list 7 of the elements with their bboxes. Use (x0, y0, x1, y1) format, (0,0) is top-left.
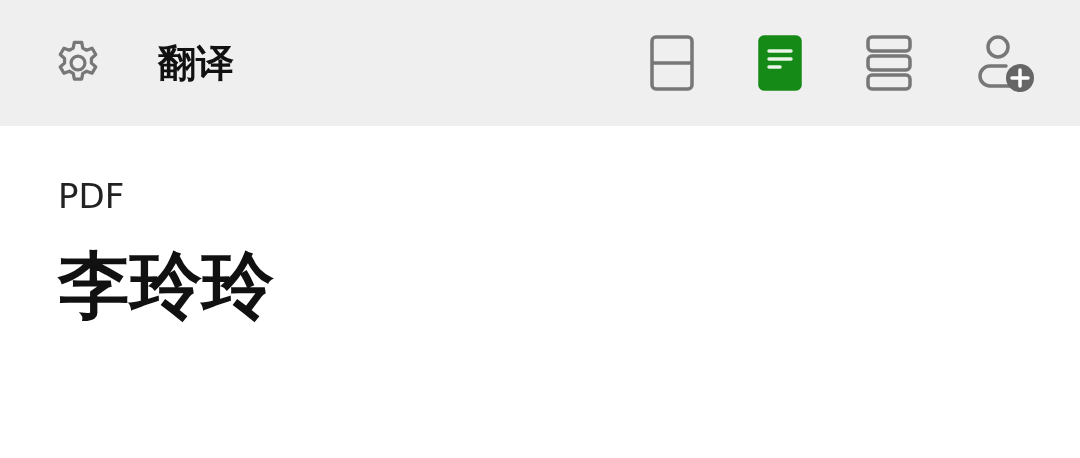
list-view-icon[interactable] (866, 35, 912, 91)
add-person-icon[interactable] (976, 34, 1036, 92)
document-title: 李玲玲 (58, 242, 275, 329)
document-view-icon[interactable] (758, 35, 802, 91)
document-type-label: PDF (58, 176, 126, 216)
app-title: 翻译 (158, 39, 234, 87)
split-view-icon[interactable] (650, 35, 694, 91)
